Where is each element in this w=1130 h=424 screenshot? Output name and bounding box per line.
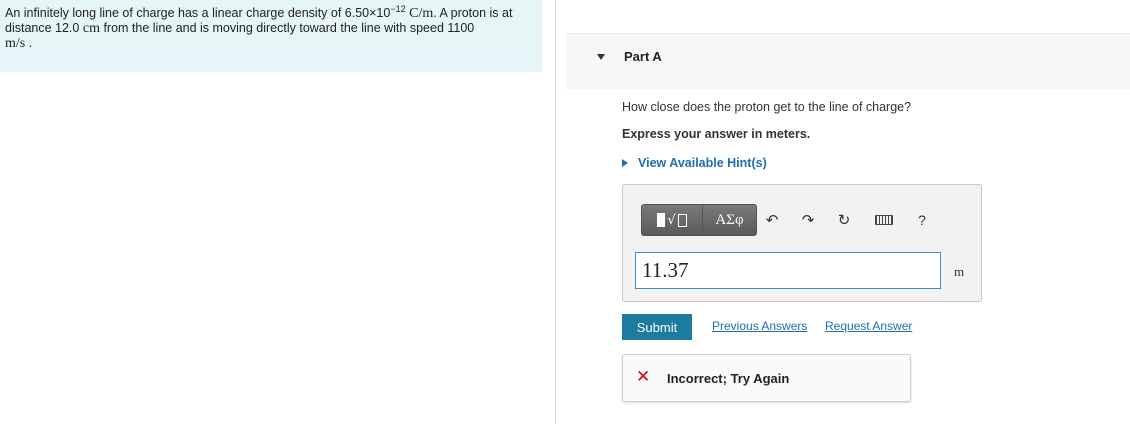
previous-answers-link[interactable]: Previous Answers bbox=[712, 319, 807, 333]
answer-input[interactable]: 11.37 bbox=[635, 252, 941, 289]
undo-icon[interactable]: ↶ bbox=[761, 210, 783, 230]
sqrt-icon: √ bbox=[667, 212, 676, 228]
templates-icon bbox=[657, 213, 666, 227]
problem-text-4: . bbox=[28, 36, 33, 50]
distance-unit: cm bbox=[82, 21, 100, 36]
speed-unit: m/s bbox=[5, 36, 26, 51]
part-title: Part A bbox=[624, 49, 662, 64]
equation-toolbar-buttons: √ ΑΣφ bbox=[641, 204, 757, 236]
problem-text-3: from the line and is moving directly tow… bbox=[99, 21, 448, 35]
answer-instruction: Express your answer in meters. bbox=[622, 127, 811, 141]
reset-icon[interactable]: ↻ bbox=[833, 210, 855, 230]
expand-caret-icon bbox=[622, 159, 628, 167]
feedback-box: ✕ Incorrect; Try Again bbox=[622, 354, 911, 402]
problem-text-1: An infinitely long line of charge has a … bbox=[5, 6, 345, 20]
view-hints-link[interactable]: View Available Hint(s) bbox=[622, 156, 767, 170]
problem-statement: An infinitely long line of charge has a … bbox=[0, 0, 542, 72]
answer-unit: m bbox=[954, 264, 965, 279]
answer-panel: √ ΑΣφ ↶ ↷ ↻ ? 11.37 m bbox=[622, 184, 982, 302]
incorrect-x-icon: ✕ bbox=[636, 367, 651, 387]
view-hints-label: View Available Hint(s) bbox=[638, 156, 767, 170]
collapse-caret-icon[interactable] bbox=[597, 54, 605, 60]
feedback-text: Incorrect; Try Again bbox=[667, 371, 790, 386]
column-divider bbox=[555, 0, 556, 424]
distance-value: 12.0 bbox=[55, 21, 80, 35]
templates-button[interactable]: √ bbox=[641, 204, 703, 236]
greek-symbols-button[interactable]: ΑΣφ bbox=[703, 204, 757, 236]
speed-value: 1100 bbox=[447, 21, 475, 35]
question-text: How close does the proton get to the lin… bbox=[622, 100, 912, 114]
density-value: 6.50×10 bbox=[344, 6, 391, 20]
help-button[interactable]: ? bbox=[911, 210, 933, 230]
keyboard-icon[interactable] bbox=[873, 210, 895, 230]
density-exponent: −12 bbox=[390, 3, 406, 14]
redo-icon[interactable]: ↷ bbox=[797, 210, 819, 230]
density-unit: C/m bbox=[409, 6, 434, 21]
placeholder-box-icon bbox=[677, 213, 687, 227]
request-answer-link[interactable]: Request Answer bbox=[825, 319, 912, 333]
part-a-header[interactable]: Part A bbox=[566, 33, 1130, 89]
submit-button[interactable]: Submit bbox=[622, 314, 692, 340]
